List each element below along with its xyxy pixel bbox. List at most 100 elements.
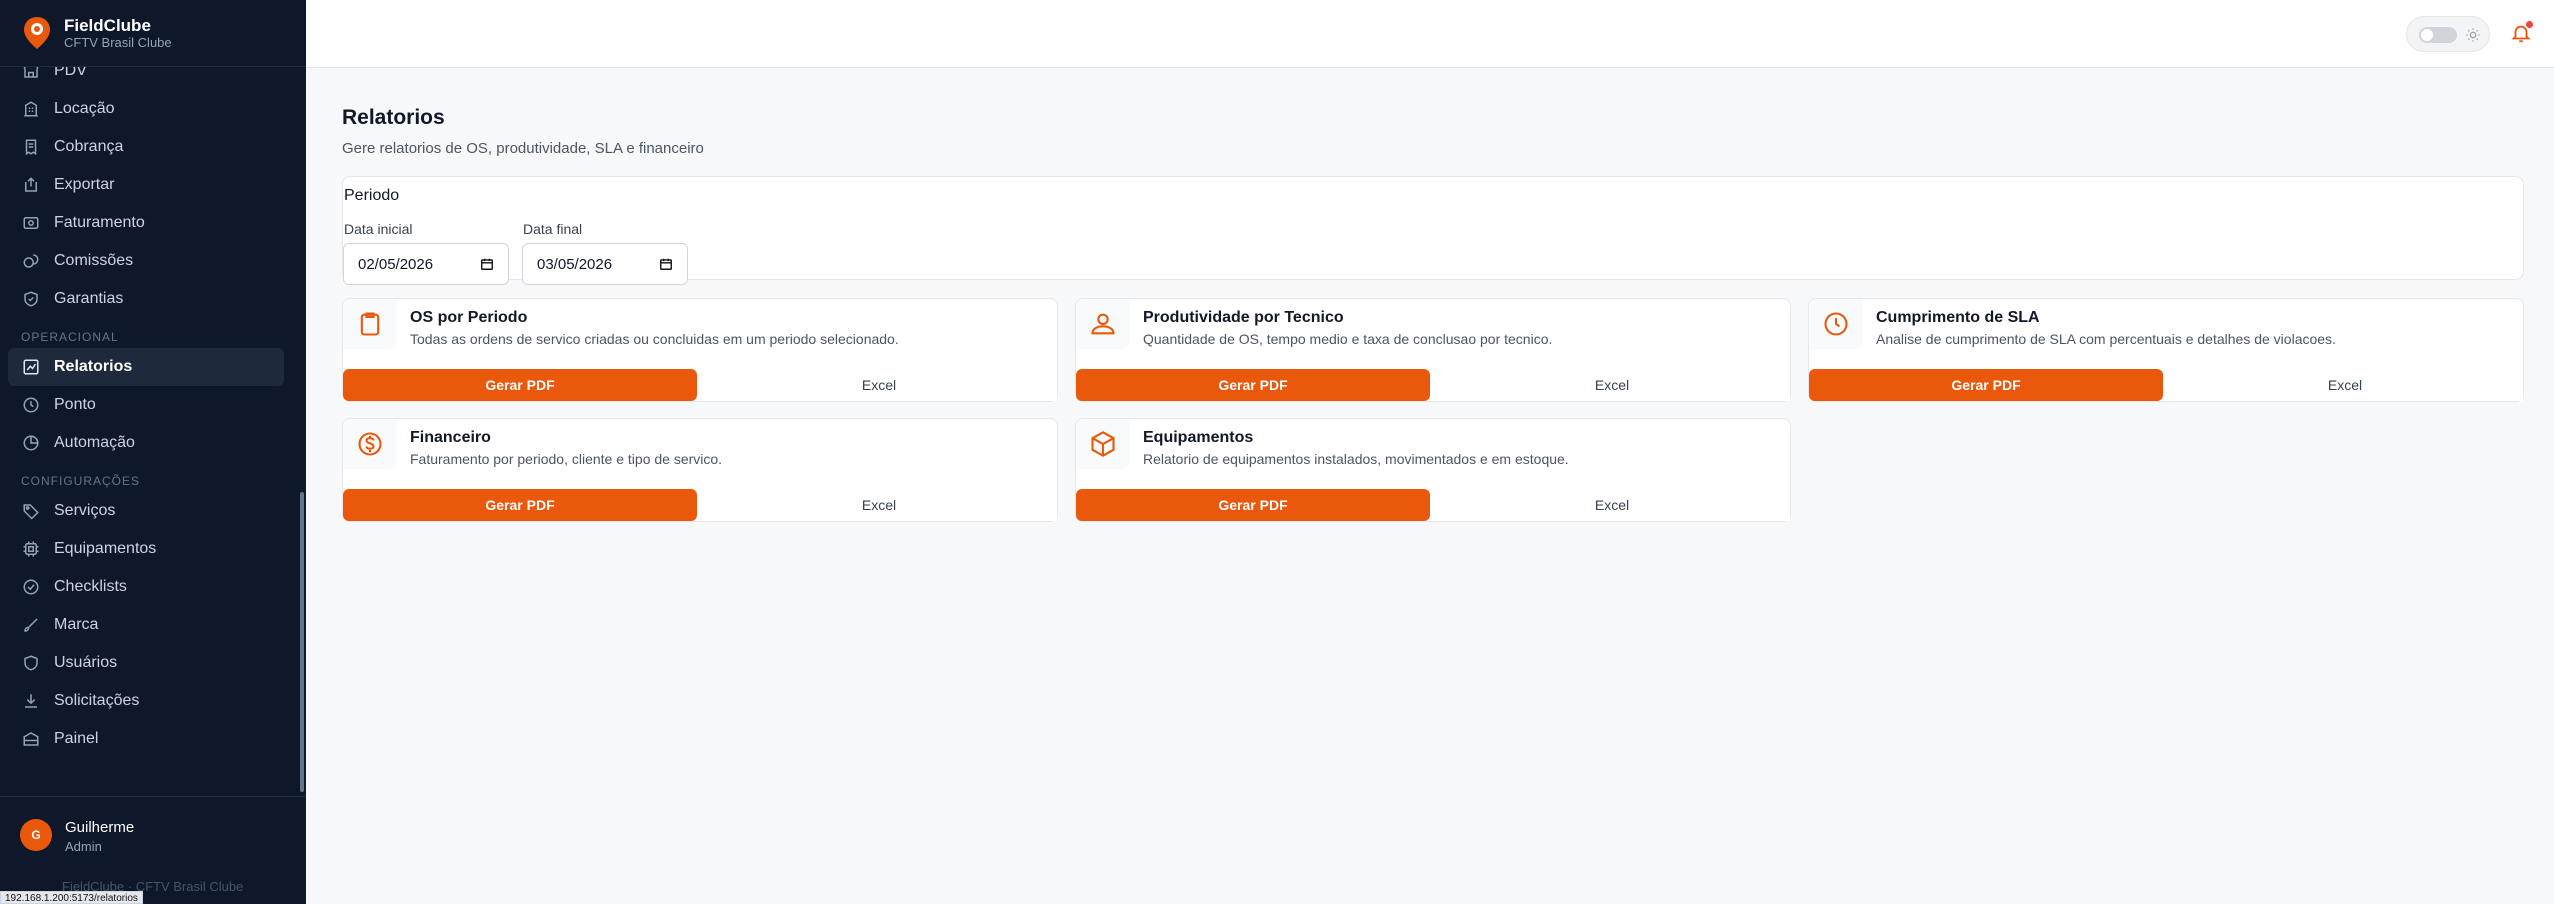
brand-logo-icon (22, 16, 52, 50)
start-date-input[interactable]: 02/05/2026 (343, 243, 509, 285)
excel-button[interactable]: Excel (701, 369, 1057, 401)
status-bar-url: 192.168.1.200:5173/relatorios (0, 891, 143, 904)
sidebar-item-cobranca[interactable]: Cobrança (0, 128, 300, 166)
generate-pdf-button[interactable]: Gerar PDF (343, 489, 697, 521)
generate-pdf-button[interactable]: Gerar PDF (343, 369, 697, 401)
brand-name: FieldClube (64, 15, 151, 35)
sidebar-item-locacao[interactable]: Locação (0, 90, 300, 128)
sidebar-item-painel[interactable]: Painel (0, 720, 300, 758)
brand-header[interactable]: FieldClube CFTV Brasil Clube (0, 0, 306, 67)
sidebar-item-ponto[interactable]: Ponto (0, 386, 300, 424)
report-description: Todas as ordens de servico criadas ou co… (410, 331, 899, 347)
report-title: Financeiro (410, 429, 491, 446)
report-card-produtividade: Produtividade por Tecnico Quantidade de … (1075, 298, 1791, 402)
calendar-icon[interactable] (659, 257, 673, 271)
notification-badge (2526, 21, 2533, 28)
page-title: Relatorios (342, 106, 445, 129)
sidebar-item-label: Faturamento (54, 214, 145, 231)
excel-button[interactable]: Excel (701, 489, 1057, 521)
sidebar-item-marca[interactable]: Marca (0, 606, 300, 644)
report-description: Analise de cumprimento de SLA com percen… (1876, 331, 2336, 347)
toggle-knob (2421, 29, 2433, 41)
excel-button[interactable]: Excel (1434, 369, 1790, 401)
sidebar-item-usuarios[interactable]: Usuários (0, 644, 300, 682)
zap-icon (23, 435, 39, 451)
sidebar-item-label: Relatorios (54, 358, 133, 375)
section-label-configuracoes: CONFIGURAÇÕES (21, 474, 141, 488)
sidebar-item-label: Exportar (54, 176, 115, 193)
sidebar-item-label: Garantias (54, 290, 124, 307)
sidebar-item-label: Serviços (54, 502, 116, 519)
excel-button[interactable]: Excel (1434, 489, 1790, 521)
start-date-value: 02/05/2026 (358, 255, 434, 273)
clipboard-icon (343, 299, 397, 349)
excel-button[interactable]: Excel (2167, 369, 2523, 401)
download-icon (25, 694, 37, 708)
sidebar-item-label: Locação (54, 100, 115, 117)
coins-icon (23, 254, 39, 268)
sidebar-item-label: Usuários (54, 654, 118, 671)
report-card-equipamentos: Equipamentos Relatorio de equipamentos i… (1075, 418, 1791, 522)
sidebar-item-label: Automação (54, 434, 135, 451)
export-icon (25, 177, 37, 192)
report-card-financeiro: Financeiro Faturamento por periodo, clie… (342, 418, 1058, 522)
cpu-icon (23, 541, 39, 557)
check-circle-icon (23, 579, 39, 595)
report-title: OS por Periodo (410, 309, 528, 326)
shield-check-icon (24, 291, 38, 307)
sidebar-item-comissoes[interactable]: Comissões (0, 242, 300, 280)
sidebar-nav: PDV Locação Cobrança Exportar Faturament… (0, 52, 300, 758)
building-icon (24, 101, 38, 117)
report-title: Produtividade por Tecnico (1143, 309, 1344, 326)
sidebar-item-automacao[interactable]: Automação (0, 424, 300, 462)
sidebar-item-faturamento[interactable]: Faturamento (0, 204, 300, 242)
tag-icon (23, 504, 39, 520)
generate-pdf-button[interactable]: Gerar PDF (1809, 369, 2163, 401)
sidebar-scrollbar[interactable] (300, 492, 304, 792)
sidebar-item-relatorios[interactable]: Relatorios (8, 348, 284, 386)
sidebar-item-checklists[interactable]: Checklists (0, 568, 300, 606)
brush-icon (24, 618, 38, 632)
topbar (306, 0, 2554, 68)
sidebar-item-label: Painel (54, 730, 99, 747)
sidebar-item-label: Equipamentos (54, 540, 157, 557)
section-label-operacional: OPERACIONAL (21, 330, 119, 344)
start-date-label: Data inicial (344, 221, 413, 237)
user-name: Guilherme (65, 819, 135, 836)
report-description: Quantidade de OS, tempo medio e taxa de … (1143, 331, 1553, 347)
report-title: Cumprimento de SLA (1876, 309, 2040, 326)
receipt-icon (25, 139, 37, 156)
clock-icon (1809, 299, 1863, 349)
report-card-os-periodo: OS por Periodo Todas as ordens de servic… (342, 298, 1058, 402)
dollar-icon (343, 419, 397, 469)
chart-icon (23, 359, 39, 375)
generate-pdf-button[interactable]: Gerar PDF (1076, 369, 1430, 401)
sidebar-item-garantias[interactable]: Garantias (0, 280, 300, 318)
sidebar-item-label: Comissões (54, 252, 134, 269)
sidebar-item-equipamentos[interactable]: Equipamentos (0, 530, 300, 568)
theme-toggle[interactable] (2406, 16, 2490, 52)
panel-icon (23, 732, 39, 746)
invoice-icon (23, 217, 39, 229)
user-profile[interactable]: G Guilherme Admin FieldClube · CFTV Bras… (0, 796, 306, 904)
generate-pdf-button[interactable]: Gerar PDF (1076, 489, 1430, 521)
brand-subtitle: CFTV Brasil Clube (64, 34, 172, 50)
sun-icon (2466, 28, 2480, 42)
sidebar-item-label: Solicitações (54, 692, 140, 709)
period-card: Periodo Data inicial 02/05/2026 Data fin… (342, 176, 2524, 285)
end-date-input[interactable]: 03/05/2026 (522, 243, 688, 285)
end-date-value: 03/05/2026 (537, 255, 613, 273)
sidebar-item-label: Checklists (54, 578, 127, 595)
users-icon (1076, 299, 1130, 349)
report-title: Equipamentos (1143, 429, 1254, 446)
calendar-icon[interactable] (480, 257, 494, 271)
box-icon (1076, 419, 1130, 469)
sidebar-item-servicos[interactable]: Serviços (0, 492, 300, 530)
sidebar-item-label: Marca (54, 616, 99, 633)
shield-icon (24, 655, 38, 671)
sidebar-item-solicitacoes[interactable]: Solicitações (0, 682, 300, 720)
sidebar-item-label: Cobrança (54, 138, 124, 155)
sidebar-item-exportar[interactable]: Exportar (0, 166, 300, 204)
report-description: Relatorio de equipamentos instalados, mo… (1143, 451, 1569, 467)
clock-icon (23, 397, 39, 413)
